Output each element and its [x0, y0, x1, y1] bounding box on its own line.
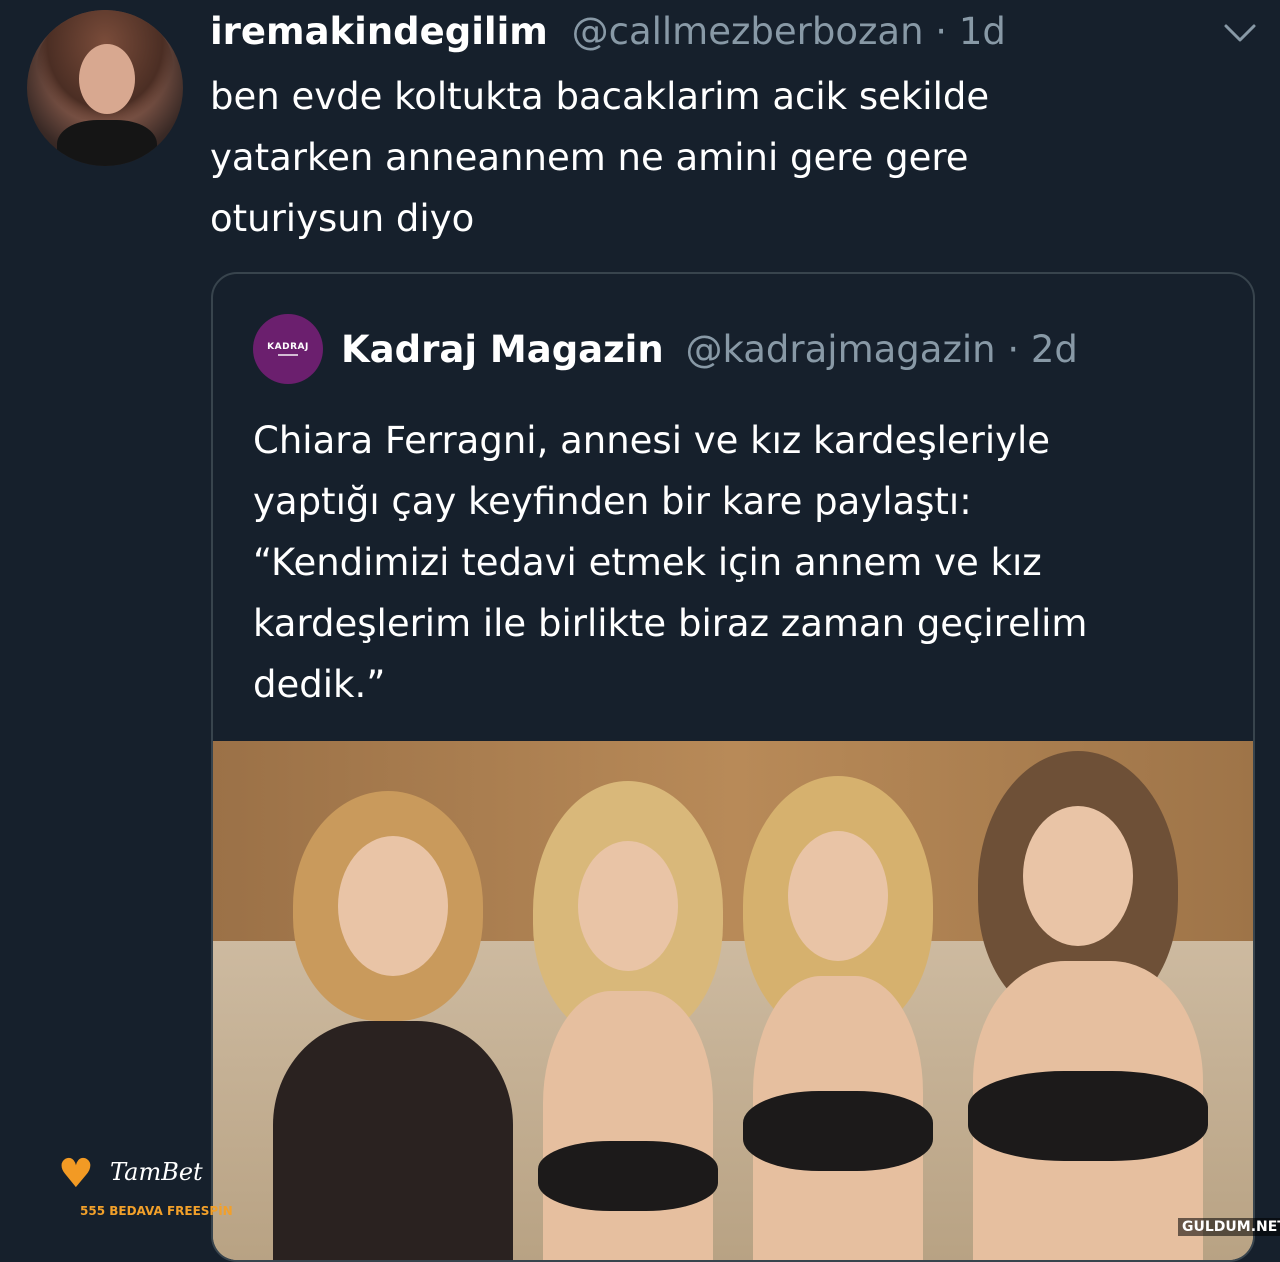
person-face [1023, 806, 1133, 946]
avatar-face [79, 44, 135, 114]
person-body [273, 1021, 513, 1260]
tweet-text: ben evde koltukta bacaklarim acik sekild… [210, 75, 990, 240]
photo-person-2 [513, 781, 743, 1260]
sticker-promo: 555 BEDAVA FREESPİN [80, 1204, 233, 1218]
logo-text: KADRAJ [267, 342, 309, 352]
quoted-header: Kadraj Magazin @kadrajmagazin · 2d [341, 326, 1078, 374]
person-face [578, 841, 678, 971]
sticker-brand: TamBet [110, 1158, 203, 1186]
heart-icon: ♥ [58, 1151, 94, 1197]
avatar[interactable] [27, 10, 183, 166]
quoted-avatar[interactable]: KADRAJ [253, 314, 323, 384]
watermark: GULDUM.NET [1178, 1218, 1280, 1236]
person-bra [538, 1141, 718, 1211]
promo-sticker: ♥ TamBet 555 BEDAVA FREESPİN [58, 1151, 233, 1232]
quoted-author-name[interactable]: Kadraj Magazin [341, 328, 664, 371]
person-face [788, 831, 888, 961]
person-face [338, 836, 448, 976]
tweet-header: iremakindegilim @callmezberbozan · 1d [210, 8, 1006, 56]
photo-person-4 [943, 751, 1243, 1260]
photo-person-3 [723, 776, 953, 1260]
author-name[interactable]: iremakindegilim [210, 10, 548, 53]
person-body [543, 991, 713, 1260]
logo-underline [278, 354, 298, 356]
avatar-clothing [57, 120, 157, 166]
author-handle-time[interactable]: @callmezberbozan · 1d [572, 10, 1006, 53]
person-bra [743, 1091, 933, 1171]
chevron-down-icon[interactable] [1220, 18, 1260, 48]
quoted-tweet-text: Chiara Ferragni, annesi ve kız kardeşler… [253, 419, 1088, 706]
quoted-tweet[interactable]: KADRAJ Kadraj Magazin @kadrajmagazin · 2… [211, 272, 1255, 1262]
quoted-author-handle-time[interactable]: @kadrajmagazin · 2d [685, 328, 1077, 371]
quoted-photo[interactable] [213, 741, 1253, 1260]
photo-person-1 [253, 791, 513, 1260]
person-bra [968, 1071, 1208, 1161]
